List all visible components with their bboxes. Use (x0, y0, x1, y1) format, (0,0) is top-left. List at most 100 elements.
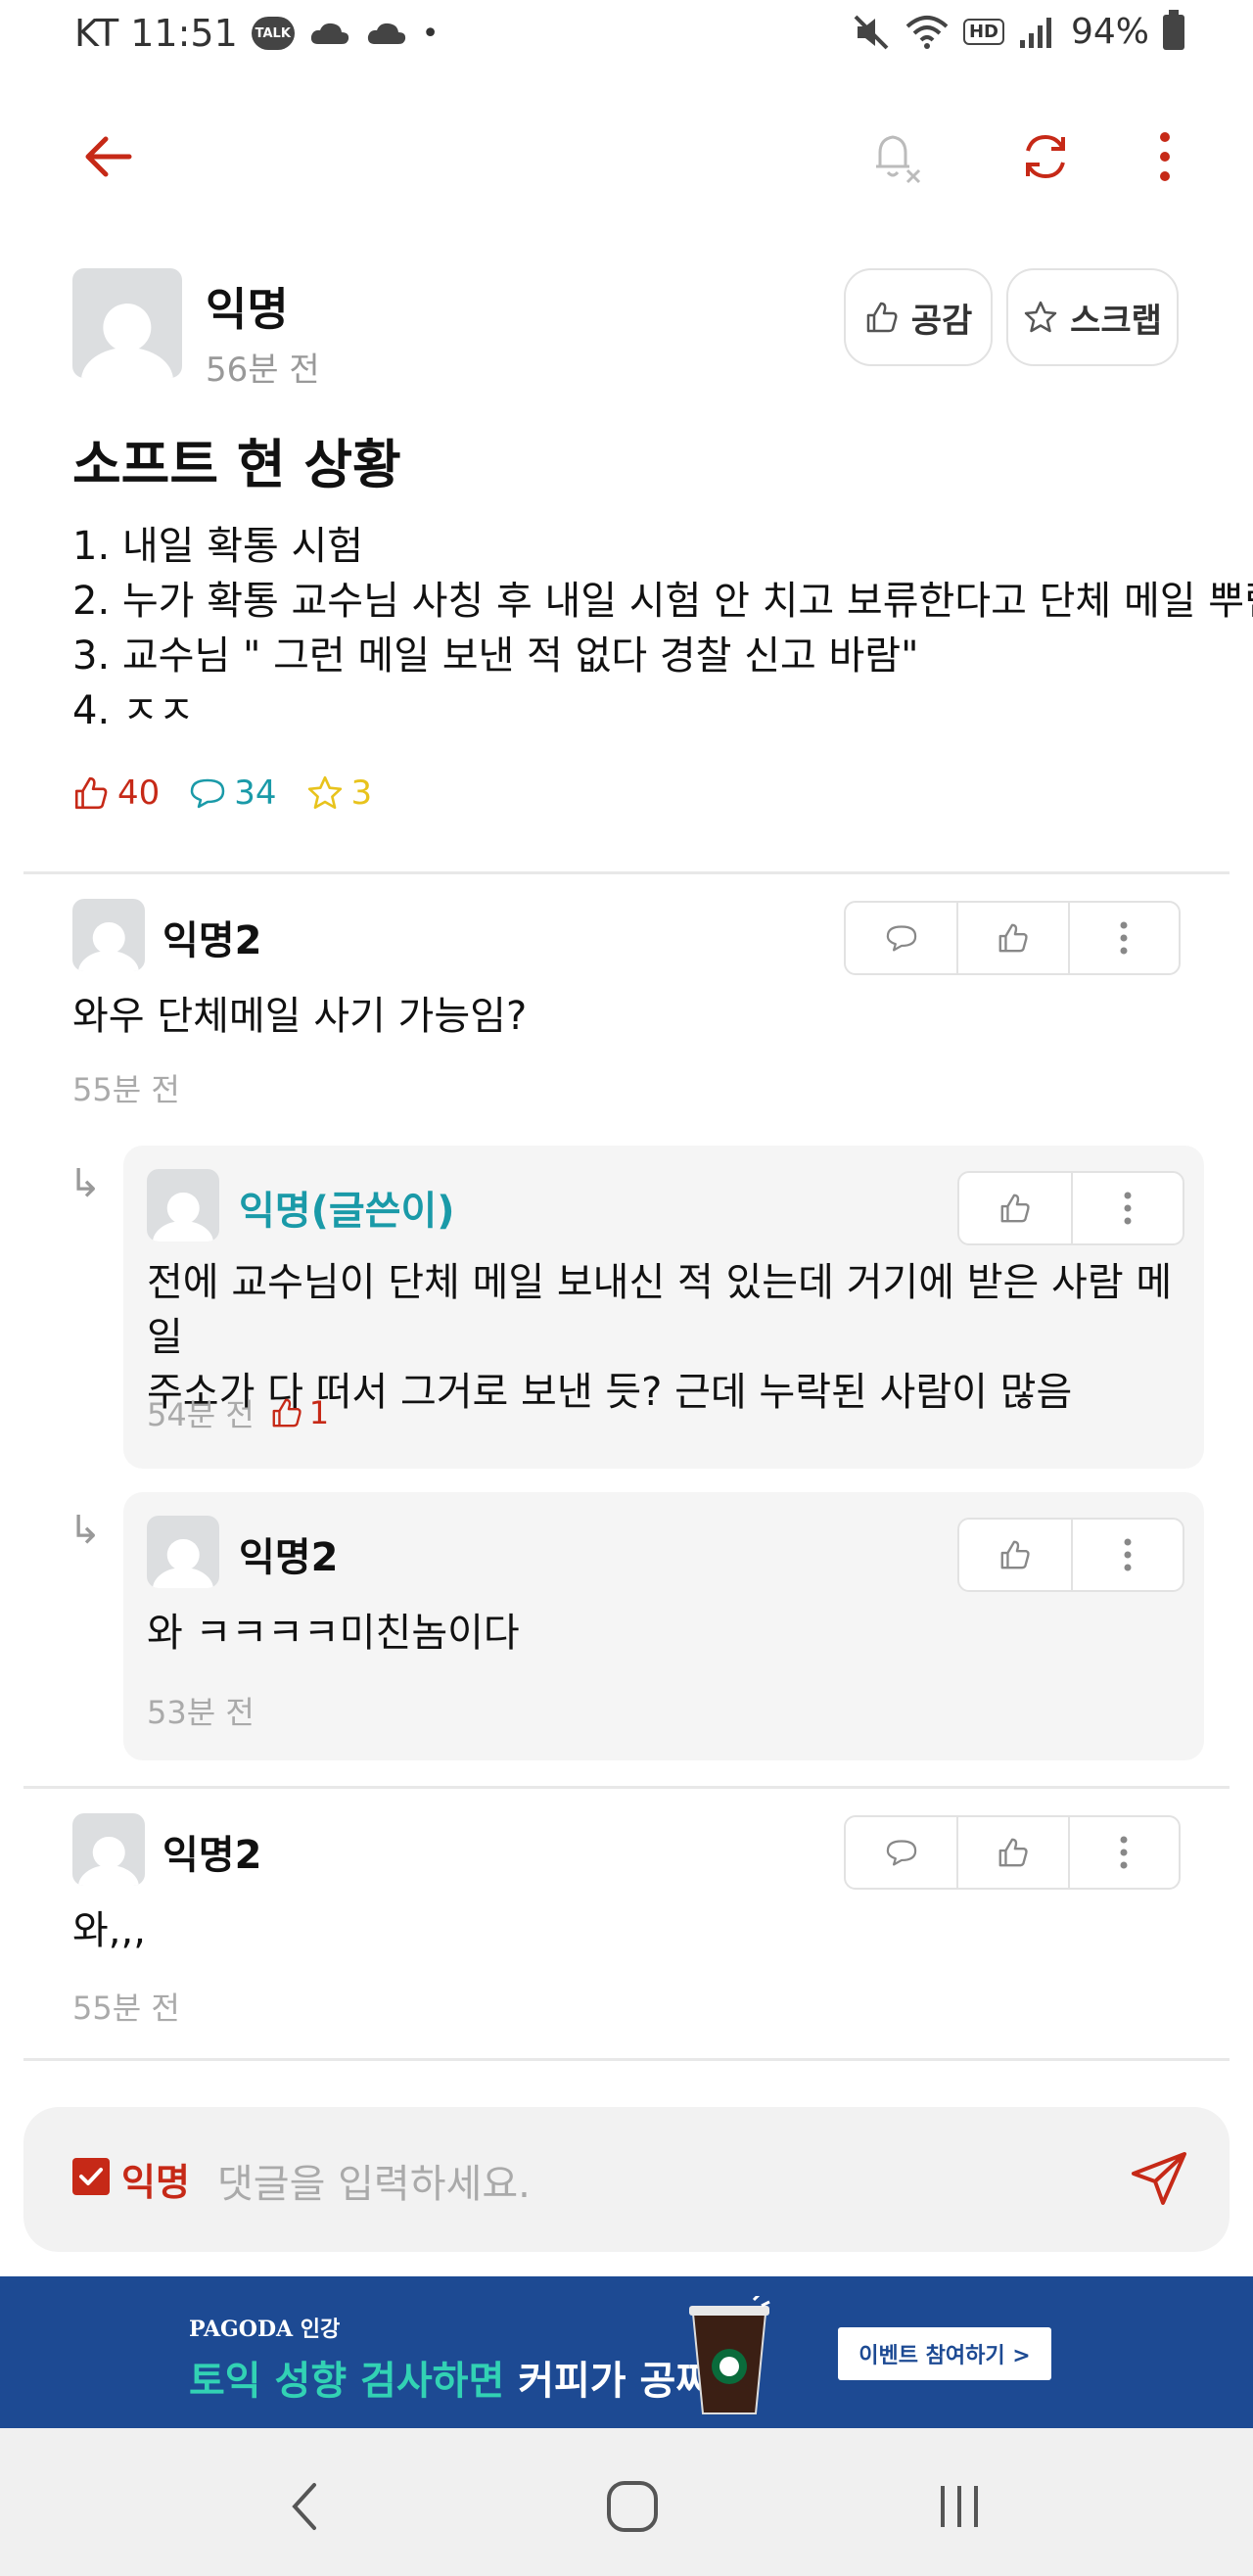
comment-actions (957, 1518, 1184, 1592)
back-button[interactable] (78, 127, 137, 186)
refresh-icon (1026, 134, 1065, 179)
comment-actions (957, 1171, 1184, 1245)
comment-like-button[interactable] (959, 1173, 1071, 1243)
scrap-button[interactable]: 스크랩 (1006, 268, 1179, 366)
comment-more-button[interactable] (1071, 1173, 1183, 1243)
nav-home-button[interactable] (593, 2467, 672, 2546)
more-vertical-icon (1124, 1192, 1132, 1225)
post-title: 소프트 현 상황 (72, 434, 401, 495)
post-body-line: 2. 누가 확통 교수님 사칭 후 내일 시험 안 치고 보류한다고 단체 메일… (72, 579, 1253, 624)
reply: 익명2 와 ㅋㅋㅋㅋ미친놈이다 53분 전 (123, 1492, 1204, 1760)
scrap-count-value: 3 (350, 773, 373, 813)
back-arrow-icon (85, 136, 132, 177)
anonymous-checkbox[interactable] (72, 2158, 110, 2195)
comment-input-bar: 익명 댓글을 입력하세요. (23, 2107, 1230, 2252)
ad-cta-button[interactable]: 이벤트 참여하기 > (838, 2327, 1051, 2380)
reply-button[interactable] (846, 1817, 956, 1888)
comment-time: 53분 전 (147, 1688, 255, 1733)
comment-time-text: 54분 전 (147, 1396, 255, 1433)
ad-banner[interactable]: PAGODA 인강 토익 성향 검사하면 커피가 공짜! 이벤트 참여하기 > (0, 2276, 1253, 2428)
comment-input[interactable]: 댓글을 입력하세요. (217, 2152, 531, 2209)
scrap-count: 3 (306, 773, 373, 813)
comment-more-button[interactable] (1067, 903, 1179, 973)
reply-arrow: ↳ (69, 1508, 102, 1553)
like-button[interactable]: 공감 (844, 268, 993, 366)
post-body-line: 4. ㅈㅈ (72, 688, 195, 733)
comment-time-text: 55분 전 (72, 1990, 180, 2027)
star-icon (1024, 301, 1057, 333)
like-count-value: 40 (117, 773, 161, 813)
more-options-button[interactable] (1136, 127, 1194, 186)
avatar (72, 1813, 145, 1886)
nav-recents-icon (941, 2486, 978, 2527)
post-author: 익명 (206, 283, 289, 336)
star-icon (307, 775, 342, 810)
comment-like-count: 1 (270, 1394, 329, 1431)
thumb-up-icon (74, 776, 108, 810)
refresh-button[interactable] (1016, 127, 1075, 186)
comment-author: 익명2 (162, 918, 262, 963)
more-vertical-icon (1120, 921, 1128, 955)
app-bar (0, 108, 1253, 206)
thumb-up-icon (1000, 1194, 1030, 1223)
comment-bubble-icon (191, 778, 225, 809)
post-body-line: 3. 교수님 " 그런 메일 보낸 적 없다 경찰 신고 바람" (72, 633, 919, 679)
system-nav-bar (0, 2428, 1253, 2576)
notification-dot: • (421, 16, 440, 51)
comment-count: 34 (189, 773, 277, 813)
battery-percent: 94% (1070, 12, 1149, 52)
reply-button[interactable] (846, 903, 956, 973)
comment-time: 54분 전 1 (147, 1390, 329, 1435)
comment-count-value: 34 (234, 773, 277, 813)
more-vertical-icon (1160, 132, 1170, 181)
comment-like-button[interactable] (956, 903, 1067, 973)
comment-more-button[interactable] (1071, 1520, 1183, 1590)
coffee-cup-image (689, 2296, 770, 2414)
scrap-button-label: 스크랩 (1070, 301, 1162, 341)
comment-author: 익명2 (239, 1535, 339, 1580)
thumb-up-icon (1000, 1540, 1030, 1569)
signal-icon (1019, 17, 1051, 48)
comment-like-button[interactable] (959, 1520, 1071, 1590)
comment-time-text: 53분 전 (147, 1694, 255, 1731)
hd-badge: HD (962, 19, 1004, 45)
anonymous-label[interactable]: 익명 (121, 2152, 190, 2206)
nav-back-button[interactable] (264, 2467, 343, 2546)
post-stats: 40 34 3 (72, 773, 372, 813)
comment-more-button[interactable] (1067, 1817, 1179, 1888)
comment-body-line: 전에 교수님이 단체 메일 보내신 적 있는데 거기에 받은 사람 메일 (147, 1260, 1173, 1360)
status-bar: KT 11:51 TALK • HD 94% (0, 0, 1253, 78)
avatar (147, 1516, 219, 1588)
nav-recents-button[interactable] (920, 2467, 998, 2546)
ad-headline-part1: 토익 성향 검사하면 (189, 2359, 519, 2404)
cloud-icon (310, 23, 348, 44)
comment-author: 익명(글쓴이) (239, 1189, 455, 1234)
comment-like-button[interactable] (956, 1817, 1067, 1888)
post-body-line: 1. 내일 확통 시험 (72, 524, 364, 569)
more-vertical-icon (1120, 1836, 1128, 1869)
post-body: 1. 내일 확통 시험 2. 누가 확통 교수님 사칭 후 내일 시험 안 치고… (72, 519, 1253, 738)
kakaotalk-icon: TALK (251, 17, 295, 50)
mute-icon (854, 15, 889, 49)
carrier-time: KT 11:51 (74, 12, 238, 55)
thumb-up-icon (272, 1398, 302, 1428)
comment-body: 와우 단체메일 사기 가능임? (72, 994, 528, 1039)
divider (23, 1786, 1230, 1789)
wifi-icon (905, 15, 949, 49)
send-icon (1132, 2152, 1186, 2205)
comment-bubble-icon (886, 925, 916, 952)
thumb-up-icon (998, 1838, 1028, 1867)
like-count: 40 (72, 773, 160, 813)
send-button[interactable] (1130, 2150, 1188, 2211)
nav-back-icon (292, 2483, 316, 2530)
notification-toggle-button[interactable] (866, 127, 925, 186)
checkmark-icon (79, 2168, 103, 2185)
avatar (72, 899, 145, 971)
comment-time: 55분 전 (72, 1065, 180, 1110)
nav-home-icon (607, 2481, 658, 2532)
thumb-up-icon (866, 302, 898, 333)
reply-arrow: ↳ (69, 1161, 102, 1206)
avatar (72, 268, 182, 378)
divider (23, 2058, 1230, 2061)
comment-body: 와,,, (72, 1908, 146, 1953)
